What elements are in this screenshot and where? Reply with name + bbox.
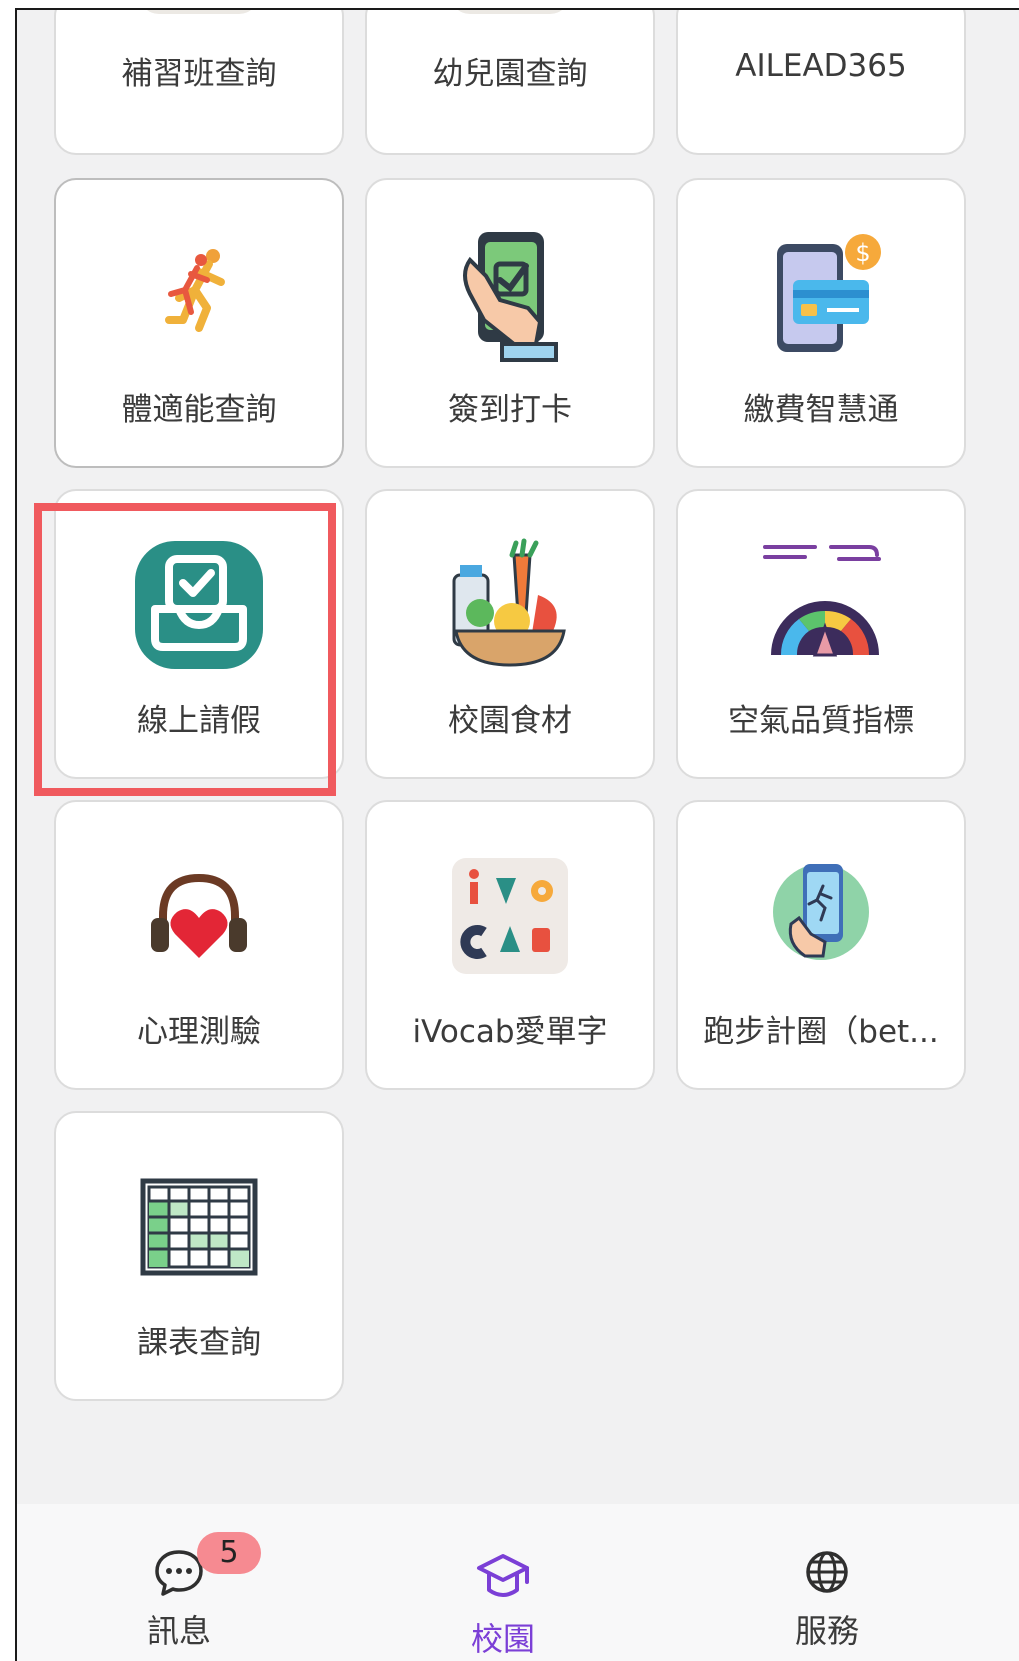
running-app-icon bbox=[773, 864, 869, 960]
timetable-icon bbox=[140, 1178, 258, 1276]
tile-running-app[interactable]: 跑步計圈（bet... bbox=[676, 800, 966, 1090]
food-basket-icon bbox=[452, 538, 566, 667]
tile-ailead[interactable]: AILEAD365 bbox=[676, 10, 966, 155]
tile-kindergarten[interactable]: 幼兒園查詢 bbox=[365, 10, 655, 155]
graduation-cap-icon bbox=[477, 1554, 529, 1597]
tab-campus[interactable]: 校園 bbox=[403, 1504, 603, 1661]
tile-cram-school[interactable]: 補習班查詢 bbox=[54, 10, 344, 155]
tile-ivocab[interactable]: iVocab愛單字 bbox=[365, 800, 655, 1090]
tile-timetable[interactable]: 課表查詢 bbox=[54, 1111, 344, 1401]
tile-label: AILEAD365 bbox=[735, 48, 907, 84]
tile-label: 簽到打卡 bbox=[448, 392, 572, 428]
tile-campus-food[interactable]: 校園食材 bbox=[365, 489, 655, 779]
tile-fitness[interactable]: 體適能查詢 bbox=[54, 178, 344, 468]
cram-school-icon bbox=[139, 10, 259, 14]
tab-label: 訊息 bbox=[146, 1612, 211, 1650]
payment-icon: $ bbox=[777, 234, 881, 352]
tile-label: 空氣品質指標 bbox=[728, 703, 914, 739]
tile-label: 心理測驗 bbox=[137, 1014, 261, 1050]
tile-label: 體適能查詢 bbox=[121, 392, 277, 428]
tile-checkin[interactable]: 簽到打卡 bbox=[365, 178, 655, 468]
tile-air-quality[interactable]: 空氣品質指標 bbox=[676, 489, 966, 779]
tab-messages[interactable]: 5 訊息 bbox=[79, 1504, 279, 1661]
app-screen: 補習班查詢 幼兒園查詢 AILEAD365 體適能查詢 簽到打卡 $ 繳費智慧通… bbox=[15, 8, 1019, 1661]
tile-label: 幼兒園查詢 bbox=[432, 56, 588, 92]
globe-icon bbox=[806, 1551, 848, 1593]
tab-services[interactable]: 服務 bbox=[727, 1504, 927, 1661]
kindergarten-icon bbox=[450, 10, 570, 14]
tile-label: 校園食材 bbox=[448, 703, 572, 739]
tile-label: 補習班查詢 bbox=[121, 56, 277, 92]
leave-request-icon bbox=[135, 541, 263, 669]
tile-payment[interactable]: $ 繳費智慧通 bbox=[676, 178, 966, 468]
tile-online-leave[interactable]: 線上請假 bbox=[54, 489, 344, 779]
svg-text:$: $ bbox=[855, 239, 870, 267]
tile-label: 繳費智慧通 bbox=[743, 392, 899, 428]
ivocab-icon bbox=[452, 858, 568, 974]
tab-label: 校園 bbox=[470, 1620, 535, 1658]
tile-psych-test[interactable]: 心理測驗 bbox=[54, 800, 344, 1090]
phone-checkin-icon bbox=[463, 232, 558, 362]
tile-label: 線上請假 bbox=[137, 703, 261, 739]
bottom-tab-bar: 5 訊息 校園 服務 bbox=[17, 1504, 1019, 1661]
tile-label: 課表查詢 bbox=[137, 1325, 261, 1361]
runner-icon bbox=[165, 249, 225, 332]
tile-label: iVocab愛單字 bbox=[412, 1014, 608, 1050]
tab-label: 服務 bbox=[794, 1612, 859, 1650]
unread-badge: 5 bbox=[197, 1532, 261, 1574]
heart-headphones-icon bbox=[151, 873, 247, 958]
tile-label: 跑步計圈（bet... bbox=[703, 1014, 939, 1050]
air-quality-gauge-icon bbox=[763, 545, 881, 657]
